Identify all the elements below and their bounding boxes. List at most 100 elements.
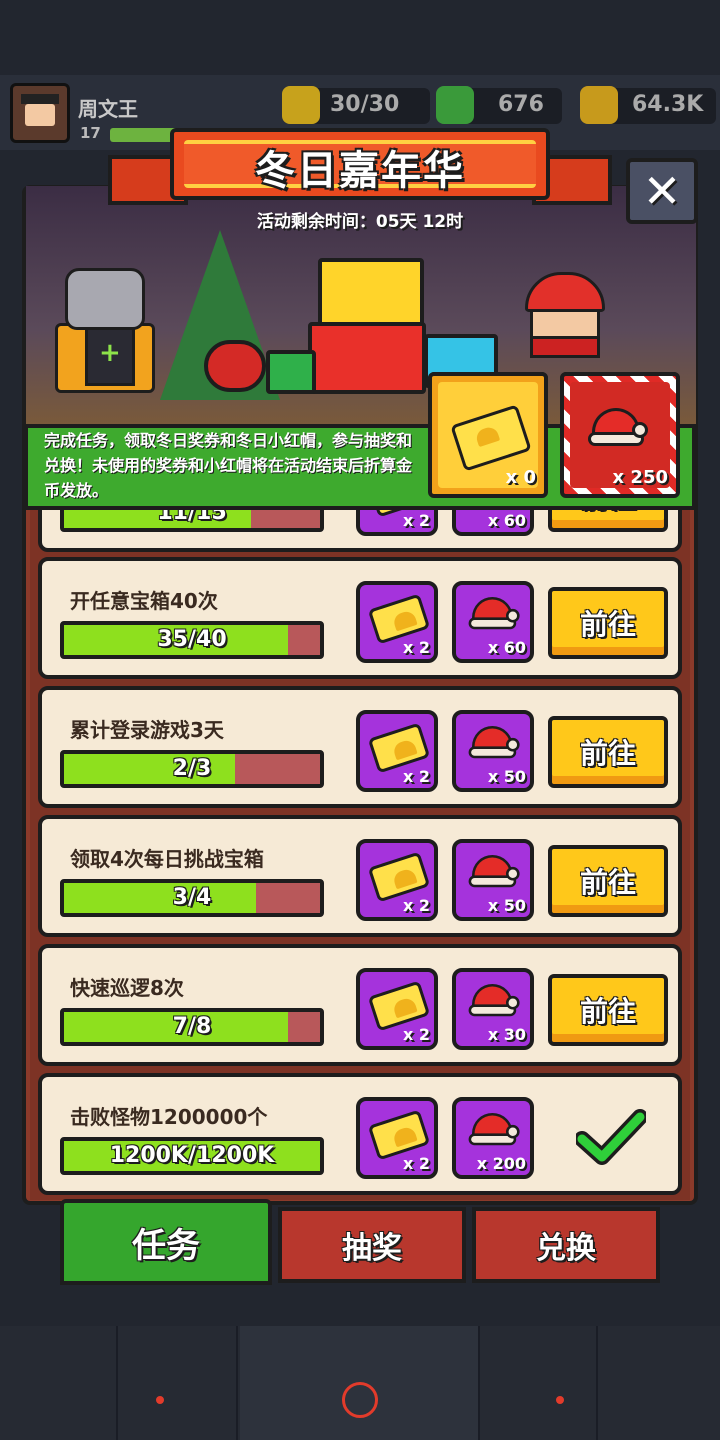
avatar-face (25, 104, 55, 126)
tab-exchange[interactable]: 兑换 (472, 1207, 660, 1283)
plus-icon: + (99, 338, 121, 368)
energy-value: 30/30 (330, 92, 400, 117)
task-row: 领取4次每日挑战宝箱 3/4 x 2 x 50 前往 (38, 815, 682, 937)
task-title: 开任意宝箱40次 (70, 589, 218, 613)
hat-pom (506, 866, 520, 881)
task-title: 领取4次每日挑战宝箱 (70, 847, 264, 871)
hat-pom (632, 422, 648, 438)
hat-reward[interactable]: x 50 (452, 710, 534, 792)
task-row: 快速巡逻8次 7/8 x 2 x 30 前往 (38, 944, 682, 1066)
task-progress-bar: 3/4 (60, 879, 324, 917)
ticket-count: x 0 (505, 467, 536, 488)
ticket-reward[interactable]: x 2 (356, 581, 438, 663)
nav-notification-dot (156, 1396, 164, 1404)
player-name: 周文王 (78, 97, 138, 121)
hat-reward[interactable]: x 30 (452, 968, 534, 1050)
ticket-icon (367, 593, 431, 645)
hat-reward-qty: x 50 (487, 767, 526, 786)
gift-box-yellow (318, 258, 424, 328)
hat-reward[interactable]: x 50 (452, 839, 534, 921)
task-progress-bar: 1200K/1200K (60, 1137, 324, 1175)
hat-reward-qty: x 200 (476, 1154, 526, 1173)
event-title: 冬日嘉年华 (255, 148, 465, 194)
task-progress-text: 3/4 (172, 885, 212, 910)
ticket-reward[interactable]: x 2 (356, 1097, 438, 1179)
task-progress-bar: 35/40 (60, 621, 324, 659)
santa-boot (204, 340, 266, 392)
tab-tasks[interactable]: 任务 (60, 1199, 272, 1285)
ticket-reward-qty: x 2 (402, 638, 430, 657)
gem-value: 676 (498, 92, 544, 117)
ticket-balance-card-overlay: x 0 (428, 372, 548, 498)
event-tabs: 任务 抽奖 兑换 (22, 1199, 698, 1285)
task-progress-text: 35/40 (157, 627, 227, 652)
task-row: 开任意宝箱40次 35/40 x 2 x 60 前往 (38, 557, 682, 679)
task-title: 累计登录游戏3天 (70, 718, 224, 742)
event-description-overlay: 完成任务，领取冬日奖券和冬日小红帽，参与抽奖和兑换！未使用的奖券和小红帽将在活动… (44, 431, 413, 500)
close-icon: ✕ (642, 164, 682, 218)
task-progress-bar: 2/3 (60, 750, 324, 788)
player-avatar[interactable] (10, 83, 70, 143)
go-button[interactable]: 前往 (548, 845, 668, 917)
nav-shop[interactable] (0, 1326, 118, 1440)
event-timer: 活动剩余时间：05天 12时 (256, 212, 464, 232)
santa-hat (525, 272, 605, 312)
tab-lottery[interactable]: 抽奖 (278, 1207, 466, 1283)
ticket-reward[interactable]: x 2 (356, 968, 438, 1050)
task-title: 击败怪物1200000个 (70, 1105, 268, 1129)
go-button[interactable]: 前往 (548, 974, 668, 1046)
task-progress-text: 2/3 (172, 756, 212, 781)
avatar-headband (21, 94, 59, 104)
nav-notification-dot (556, 1396, 564, 1404)
hat-pom (506, 1124, 520, 1139)
hat-reward-qty: x 30 (487, 1025, 526, 1044)
gift-box-green (266, 350, 316, 394)
go-button[interactable]: 前往 (548, 587, 668, 659)
task-title: 快速巡逻8次 (70, 976, 184, 1000)
energy-icon[interactable] (282, 86, 320, 124)
ticket-reward-qty: x 2 (402, 1025, 430, 1044)
ticket-icon (367, 980, 431, 1032)
task-row: 击败怪物1200000个 1200K/1200K x 2 x 200 (38, 1073, 682, 1195)
santa-character (520, 272, 615, 372)
nav-world[interactable] (480, 1326, 598, 1440)
gem-icon[interactable] (436, 86, 474, 124)
ticket-reward-qty: x 2 (402, 1154, 430, 1173)
gold-value: 64.3K (632, 92, 704, 117)
ticket-icon (367, 1109, 431, 1161)
task-progress-bar: 7/8 (60, 1008, 324, 1046)
ticket-reward-qty: x 2 (402, 511, 430, 530)
player-level: 17 (80, 124, 101, 142)
gift-box-red (308, 322, 426, 394)
cat-head (65, 268, 145, 330)
hat-balance-card-overlay: x 250 (560, 372, 680, 498)
go-button[interactable]: 前往 (548, 716, 668, 788)
nav-weapons[interactable] (120, 1326, 238, 1440)
close-button[interactable]: ✕ (626, 158, 698, 224)
hat-reward[interactable]: x 200 (452, 1097, 534, 1179)
hat-reward-qty: x 50 (487, 896, 526, 915)
battle-ring-icon (342, 1382, 378, 1418)
hat-reward-qty: x 60 (487, 511, 526, 530)
ticket-reward-qty: x 2 (402, 767, 430, 786)
gold-icon[interactable] (580, 86, 618, 124)
hat-pom (506, 995, 520, 1010)
ticket-icon (367, 851, 431, 903)
ticket-icon (450, 404, 532, 472)
hat-reward[interactable]: x 60 (452, 581, 534, 663)
hat-pom (506, 737, 520, 752)
hat-reward-qty: x 60 (487, 638, 526, 657)
nav-inventory[interactable] (600, 1326, 718, 1440)
hat-count: x 250 (612, 467, 668, 488)
ticket-reward[interactable]: x 2 (356, 839, 438, 921)
task-progress-text: 7/8 (172, 1014, 212, 1039)
ticket-reward[interactable]: x 2 (356, 710, 438, 792)
task-row: 累计登录游戏3天 2/3 x 2 x 50 前往 (38, 686, 682, 808)
task-progress-text: 1200K/1200K (109, 1143, 275, 1168)
santa-scarf (530, 336, 600, 358)
hat-pom (506, 608, 520, 623)
ticket-reward-qty: x 2 (402, 896, 430, 915)
cat-character: + (55, 268, 155, 398)
ticket-icon (367, 722, 431, 774)
completed-check-icon (574, 1107, 648, 1167)
